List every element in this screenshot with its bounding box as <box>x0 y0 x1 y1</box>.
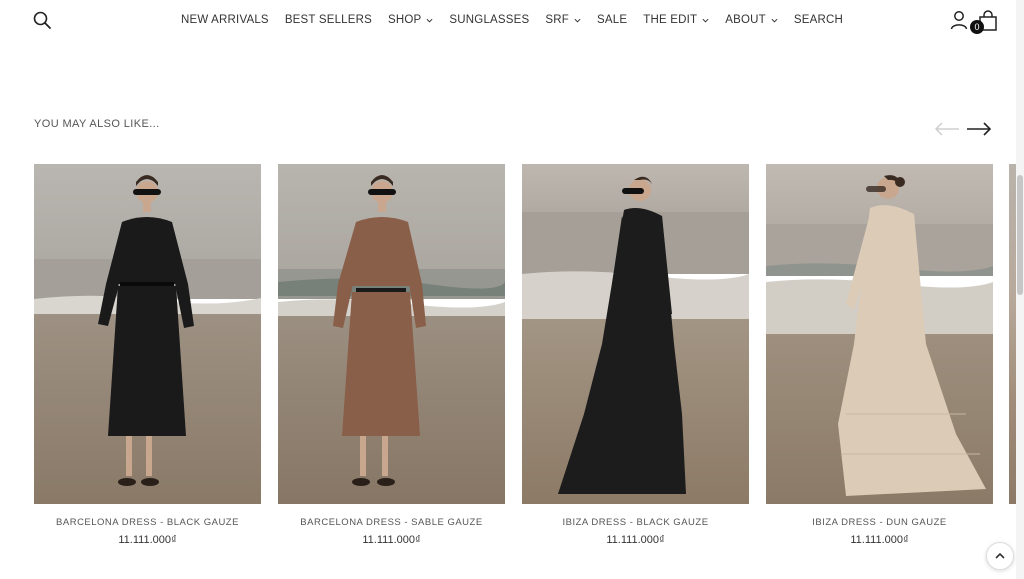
product-image[interactable] <box>278 164 505 504</box>
product-card[interactable]: BARCELONA DRESS - BLACK GAUZE 11.111.000… <box>34 164 261 546</box>
arrow-right-icon[interactable] <box>965 120 993 138</box>
chevron-down-icon <box>574 18 581 23</box>
scrollbar-thumb[interactable] <box>1017 175 1023 295</box>
product-card[interactable]: IBIZA DRESS - BLACK GAUZE 11.111.000₫ <box>522 164 749 546</box>
product-price: 11.111.000₫ <box>362 534 421 546</box>
nav-new-arrivals[interactable]: NEW ARRIVALS <box>181 14 269 26</box>
cart-count-badge: 0 <box>970 20 984 34</box>
scroll-to-top-button[interactable] <box>986 542 1014 570</box>
product-name[interactable]: IBIZA DRESS - DUN GAUZE <box>766 517 993 528</box>
nav-sunglasses[interactable]: SUNGLASSES <box>449 14 529 26</box>
product-carousel: BARCELONA DRESS - BLACK GAUZE 11.111.000… <box>34 164 1024 554</box>
product-name[interactable]: BARCELONA DRESS - BLACK GAUZE <box>34 517 261 528</box>
nav-label: THE EDIT <box>643 14 698 26</box>
nav-shop[interactable]: SHOP <box>388 14 433 26</box>
nav-sale[interactable]: SALE <box>597 14 627 26</box>
scrollbar[interactable] <box>1016 0 1024 579</box>
site-header: NEW ARRIVALS BEST SELLERS SHOP SUNGLASSE… <box>0 0 1024 40</box>
product-image[interactable] <box>522 164 749 504</box>
section-title: YOU MAY ALSO LIKE... <box>34 118 160 130</box>
user-icon[interactable] <box>950 10 968 30</box>
nav-srf[interactable]: SRF <box>545 14 581 26</box>
chevron-down-icon <box>702 18 709 23</box>
nav-label: SHOP <box>388 14 422 26</box>
nav-label: SEARCH <box>793 14 843 26</box>
nav-the-edit[interactable]: THE EDIT <box>643 14 709 26</box>
nav-label: BEST SELLERS <box>284 14 373 26</box>
product-price: 11.111.000₫ <box>606 534 665 546</box>
product-card[interactable]: IBIZA DRESS - DUN GAUZE 11.111.000₫ <box>766 164 993 546</box>
product-image[interactable] <box>34 164 261 504</box>
main-nav: NEW ARRIVALS BEST SELLERS SHOP SUNGLASSE… <box>0 0 1024 40</box>
arrow-left-icon[interactable] <box>933 120 961 138</box>
nav-about[interactable]: ABOUT <box>725 14 778 26</box>
product-price: 11.111.000₫ <box>118 534 177 546</box>
nav-label: NEW ARRIVALS <box>180 14 269 26</box>
product-price: 11.111.000₫ <box>850 534 909 546</box>
nav-best-sellers[interactable]: BEST SELLERS <box>285 14 372 26</box>
product-name[interactable]: IBIZA DRESS - BLACK GAUZE <box>522 517 749 528</box>
nav-label: SUNGLASSES <box>449 14 530 26</box>
product-image[interactable] <box>766 164 993 504</box>
nav-label: SRF <box>545 14 570 26</box>
nav-label: ABOUT <box>725 14 766 26</box>
chevron-down-icon <box>771 18 778 23</box>
product-card[interactable]: BARCELONA DRESS - SABLE GAUZE 11.111.000… <box>278 164 505 546</box>
chevron-down-icon <box>426 18 433 23</box>
product-name[interactable]: BARCELONA DRESS - SABLE GAUZE <box>278 517 505 528</box>
nav-label: SALE <box>597 14 628 26</box>
chevron-up-icon <box>995 552 1005 559</box>
nav-search[interactable]: SEARCH <box>794 14 843 26</box>
